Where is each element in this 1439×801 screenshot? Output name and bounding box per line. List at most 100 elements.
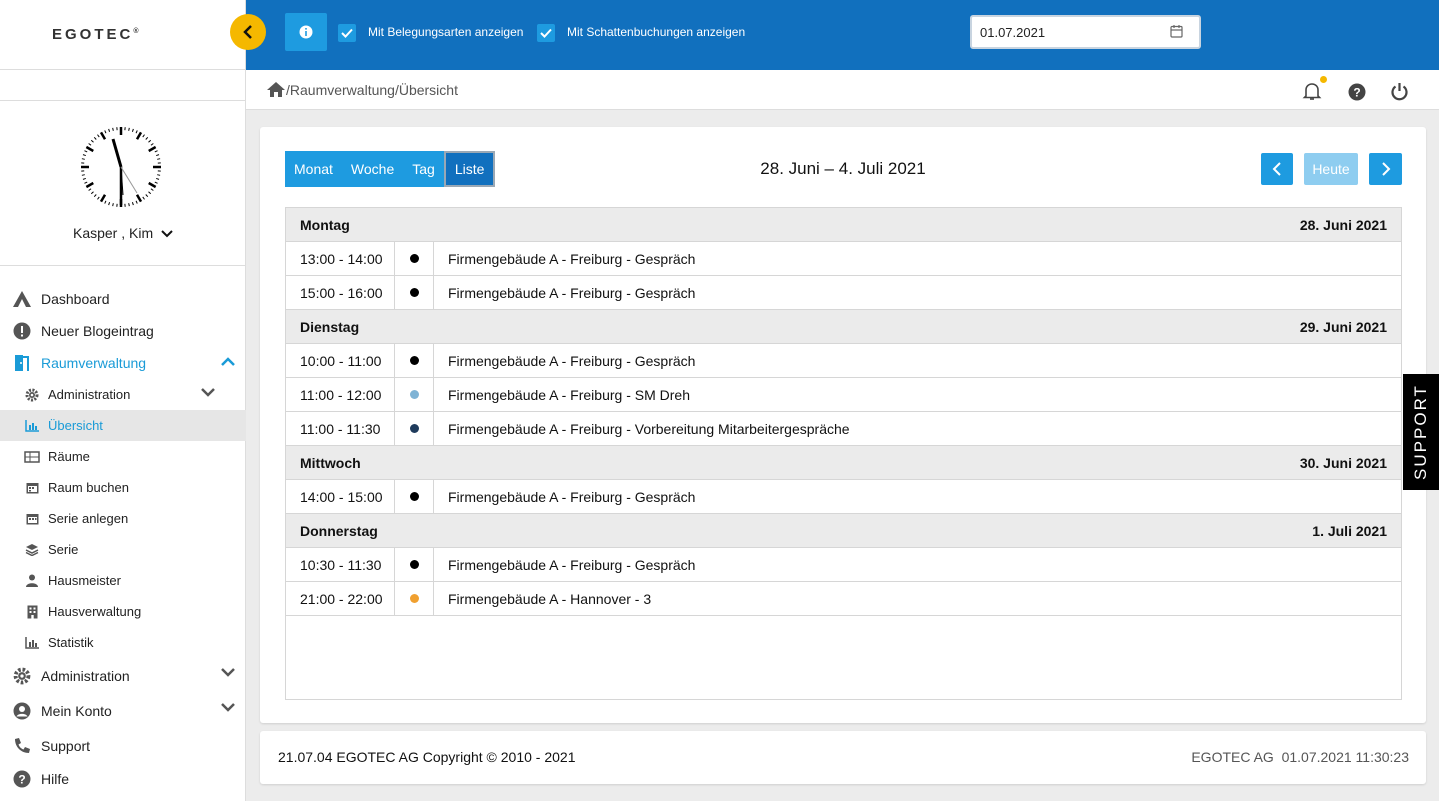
event-row[interactable]: 21:00 - 22:00 Firmengebäude A - Hannover … (286, 582, 1401, 616)
event-row[interactable]: 14:00 - 15:00 Firmengebäude A - Freiburg … (286, 480, 1401, 514)
help-icon[interactable]: ? (1348, 83, 1366, 101)
sidebar-item-label: Serie (48, 542, 79, 557)
event-row[interactable]: 10:30 - 11:30 Firmengebäude A - Freiburg … (286, 548, 1401, 582)
user-name: Kasper , Kim (72, 225, 154, 241)
sidebar-item-mein-konto[interactable]: Mein Konto (0, 693, 246, 728)
chevron-right-icon (1381, 162, 1390, 176)
day-name: Mittwoch (300, 454, 361, 471)
sidebar-item-blog[interactable]: Neuer Blogeintrag (0, 315, 246, 347)
sidebar-item-label: Neuer Blogeintrag (41, 323, 154, 339)
prev-week-button[interactable] (1261, 153, 1293, 185)
chevron-down-icon (161, 230, 173, 238)
event-title[interactable]: Firmengebäude A - Freiburg - Vorbereitun… (434, 421, 850, 437)
sidebar-item-label: Raum buchen (48, 480, 129, 495)
checkmark-icon (341, 28, 353, 38)
event-title[interactable]: Firmengebäude A - Hannover - 3 (434, 591, 651, 607)
event-time: 11:00 - 11:30 (286, 412, 395, 445)
exclamation-icon (12, 321, 32, 341)
tab-liste[interactable]: Liste (443, 151, 496, 187)
support-tab-label: SUPPORT (1411, 384, 1430, 480)
building-icon (24, 604, 40, 620)
sidebar-item-label: Hausmeister (48, 573, 121, 588)
user-menu[interactable]: Kasper , Kim (0, 225, 246, 241)
sidebar-collapse-button[interactable] (230, 14, 266, 50)
sidebar-item-label: Raumverwaltung (41, 355, 147, 371)
sidebar-subitem-hausmeister[interactable]: Hausmeister (0, 565, 246, 596)
tab-woche[interactable]: Woche (342, 151, 403, 187)
schattenbuchungen-label[interactable]: Mit Schattenbuchungen anzeigen (567, 25, 745, 39)
breadcrumb[interactable]: /Raumverwaltung/Übersicht (286, 82, 458, 98)
sidebar-item-label: Hausverwaltung (48, 604, 142, 619)
power-icon[interactable] (1390, 82, 1409, 101)
sidebar-subitem-administration[interactable]: Administration (0, 379, 246, 410)
belegungsarten-label[interactable]: Mit Belegungsarten anzeigen (368, 25, 523, 39)
event-row[interactable]: 11:00 - 12:00 Firmengebäude A - Freiburg … (286, 378, 1401, 412)
event-color-dot (409, 424, 419, 433)
event-color-dot (409, 594, 419, 603)
event-time: 13:00 - 14:00 (286, 242, 395, 275)
today-button[interactable]: Heute (1304, 153, 1358, 185)
event-color-cell (395, 412, 434, 445)
sidebar-item-dashboard[interactable]: Dashboard (0, 283, 246, 315)
event-color-cell (395, 242, 434, 275)
schattenbuchungen-checkbox[interactable] (537, 24, 555, 42)
sidebar-subitem-uebersicht[interactable]: Übersicht (0, 410, 246, 441)
event-color-cell (395, 582, 434, 615)
calendar-icon (24, 511, 40, 527)
event-row[interactable]: 13:00 - 14:00 Firmengebäude A - Freiburg … (286, 242, 1401, 276)
event-title[interactable]: Firmengebäude A - Freiburg - Gespräch (434, 557, 695, 573)
notification-dot (1320, 76, 1327, 83)
sidebar-subitem-hausverwaltung[interactable]: Hausverwaltung (0, 596, 246, 627)
event-title[interactable]: Firmengebäude A - Freiburg - Gespräch (434, 489, 695, 505)
tab-tag[interactable]: Tag (403, 151, 444, 187)
bell-icon[interactable] (1302, 81, 1322, 101)
sidebar-item-label: Hilfe (41, 771, 70, 787)
event-time: 21:00 - 22:00 (286, 582, 395, 615)
day-name: Montag (300, 216, 350, 233)
analog-clock (79, 125, 163, 209)
sidebar-item-raumverwaltung[interactable]: Raumverwaltung (0, 347, 246, 379)
event-title[interactable]: Firmengebäude A - Freiburg - Gespräch (434, 285, 695, 301)
gear-icon (24, 387, 40, 403)
event-row[interactable]: 11:00 - 11:30 Firmengebäude A - Freiburg … (286, 412, 1401, 446)
day-header: Mittwoch 30. Juni 2021 (286, 446, 1401, 480)
sidebar-item-label: Administration (41, 667, 130, 684)
sidebar-item-label: Mein Konto (41, 702, 112, 719)
event-row[interactable]: 15:00 - 16:00 Firmengebäude A - Freiburg … (286, 276, 1401, 310)
sidebar-subitem-raeume[interactable]: Räume (0, 441, 246, 472)
sidebar-subitem-serie-anlegen[interactable]: Serie anlegen (0, 503, 246, 534)
info-button[interactable] (285, 13, 327, 51)
sidebar-item-label: Support (41, 737, 91, 754)
chevron-down-icon (221, 668, 235, 677)
support-tab[interactable]: SUPPORT (1403, 374, 1439, 490)
sidebar-item-hilfe[interactable]: ? Hilfe (0, 763, 246, 795)
event-title[interactable]: Firmengebäude A - Freiburg - Gespräch (434, 251, 695, 267)
next-week-button[interactable] (1369, 153, 1402, 185)
day-date: 29. Juni 2021 (1299, 318, 1387, 335)
sidebar-item-administration[interactable]: Administration (0, 658, 246, 693)
sidebar-item-label: Statistik (48, 635, 94, 650)
phone-icon (12, 736, 32, 756)
event-time: 10:30 - 11:30 (286, 548, 395, 581)
top-bar: Mit Belegungsarten anzeigen Mit Schatten… (246, 0, 1439, 70)
sidebar-subitem-statistik[interactable]: Statistik (0, 627, 246, 658)
event-title[interactable]: Firmengebäude A - Freiburg - SM Dreh (434, 387, 690, 403)
calendar-card: Monat Woche Tag Liste 28. Juni – 4. Juli… (260, 127, 1426, 723)
event-color-dot (409, 254, 419, 263)
tab-monat[interactable]: Monat (285, 151, 342, 187)
event-row[interactable]: 10:00 - 11:00 Firmengebäude A - Freiburg … (286, 344, 1401, 378)
sidebar-subitem-raum-buchen[interactable]: Raum buchen (0, 472, 246, 503)
date-field[interactable] (970, 15, 1201, 49)
event-color-dot (409, 390, 419, 399)
chevron-up-icon (221, 357, 235, 366)
user-icon (24, 573, 40, 589)
home-icon[interactable] (266, 81, 286, 98)
calendar-icon[interactable] (1170, 24, 1183, 38)
floorplan-icon (24, 449, 40, 465)
event-time: 14:00 - 15:00 (286, 480, 395, 513)
sidebar-subitem-serie[interactable]: Serie (0, 534, 246, 565)
sidebar-item-support[interactable]: Support (0, 728, 246, 763)
belegungsarten-checkbox[interactable] (338, 24, 356, 42)
event-title[interactable]: Firmengebäude A - Freiburg - Gespräch (434, 353, 695, 369)
logo[interactable]: EGOTEC® (52, 26, 139, 43)
